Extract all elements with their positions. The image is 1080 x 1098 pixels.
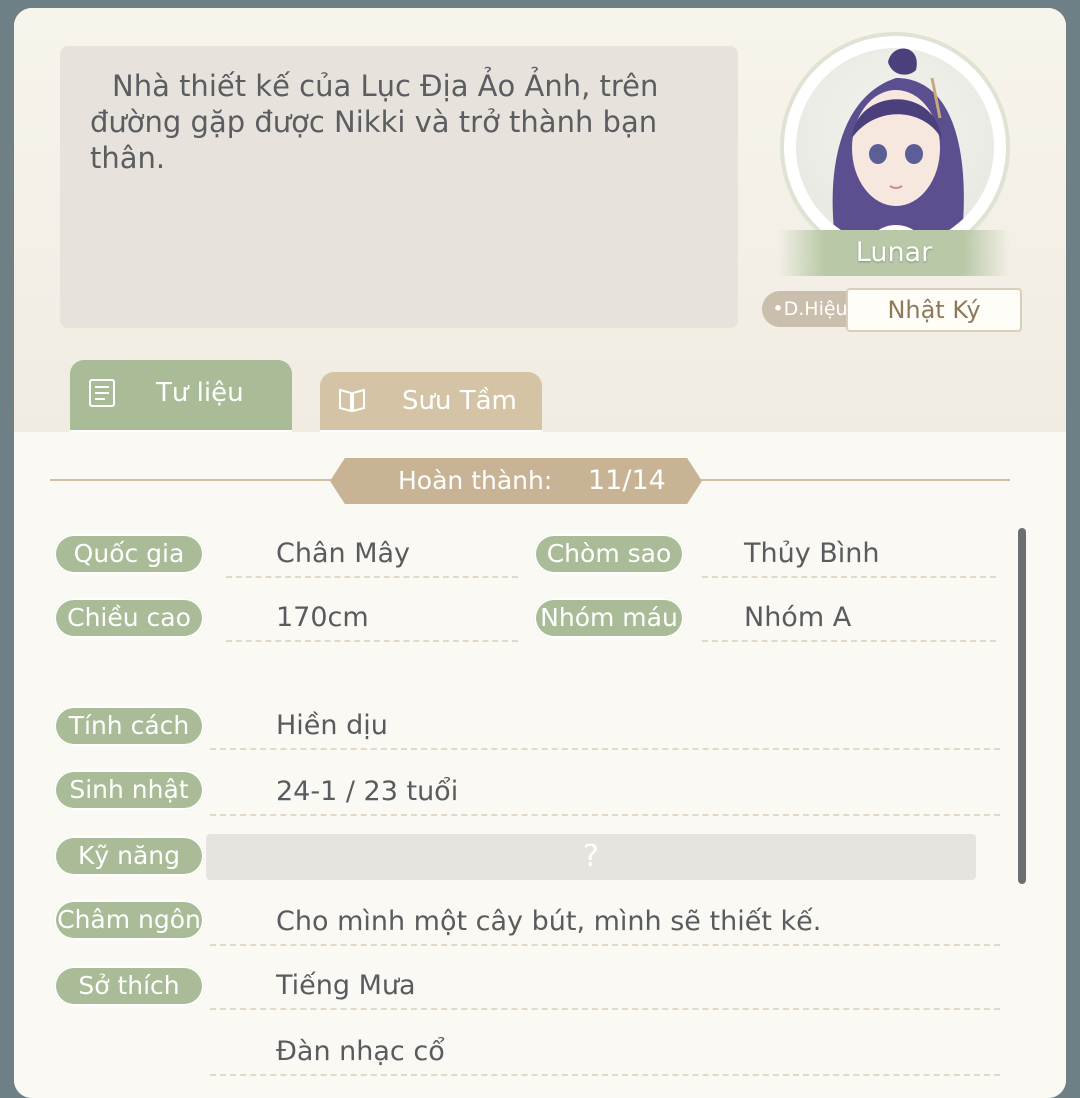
value-personality: Hiền dịu: [276, 710, 388, 741]
label-blood-type: Nhóm máu: [534, 598, 684, 638]
label-skill: Kỹ năng: [54, 836, 204, 876]
tab-profile-label: Tư liệu: [156, 378, 244, 408]
label-birthday: Sinh nhật: [54, 770, 204, 810]
value-motto: Cho mình một cây bút, mình sẽ thiết kế.: [276, 906, 822, 937]
row-divider: [210, 1008, 1000, 1010]
row-divider: [210, 1074, 1000, 1076]
row-divider: [210, 944, 1000, 946]
value-constellation: Thủy Bình: [744, 538, 880, 569]
completion-badge: Hoàn thành: 11/14: [330, 458, 702, 504]
document-icon: [89, 379, 115, 407]
value-height: 170cm: [276, 602, 369, 633]
row-divider: [226, 576, 518, 578]
character-portrait-frame[interactable]: [784, 36, 1006, 258]
tab-collection[interactable]: Sưu Tầm: [320, 372, 542, 432]
scrollbar[interactable]: [1018, 528, 1026, 884]
character-name: Lunar: [778, 230, 1010, 276]
tab-profile[interactable]: Tư liệu: [70, 360, 292, 432]
title-tag-button[interactable]: •D.Hiệu: [762, 291, 858, 327]
row-divider: [226, 640, 518, 642]
label-hobby: Sở thích: [54, 966, 204, 1006]
value-hobby-2: Đàn nhạc cổ: [276, 1036, 445, 1067]
label-country: Quốc gia: [54, 534, 204, 574]
character-description-box: Nhà thiết kế của Lục Địa Ảo Ảnh, trên đư…: [60, 46, 738, 328]
skill-locked-box: ?: [206, 834, 976, 880]
row-divider: [702, 640, 996, 642]
row-divider: [210, 748, 1000, 750]
value-country: Chân Mây: [276, 538, 411, 569]
row-divider: [702, 576, 996, 578]
book-icon: [339, 388, 365, 413]
diary-button[interactable]: Nhật Ký: [846, 288, 1022, 332]
row-divider: [210, 814, 1000, 816]
completion-label: Hoàn thành:: [398, 466, 553, 495]
label-motto: Châm ngôn: [54, 900, 204, 940]
completion-value: 11/14: [588, 465, 666, 496]
value-blood-type: Nhóm A: [744, 602, 852, 633]
value-hobby: Tiếng Mưa: [276, 970, 416, 1001]
label-height: Chiều cao: [54, 598, 204, 638]
value-birthday: 24-1 / 23 tuổi: [276, 776, 459, 807]
label-personality: Tính cách: [54, 706, 204, 746]
character-portrait: [796, 48, 994, 246]
character-description: Nhà thiết kế của Lục Địa Ảo Ảnh, trên đư…: [90, 69, 659, 175]
profile-header: Nhà thiết kế của Lục Địa Ảo Ảnh, trên đư…: [14, 8, 1066, 432]
label-constellation: Chòm sao: [534, 534, 684, 574]
tab-collection-label: Sưu Tầm: [402, 386, 517, 416]
